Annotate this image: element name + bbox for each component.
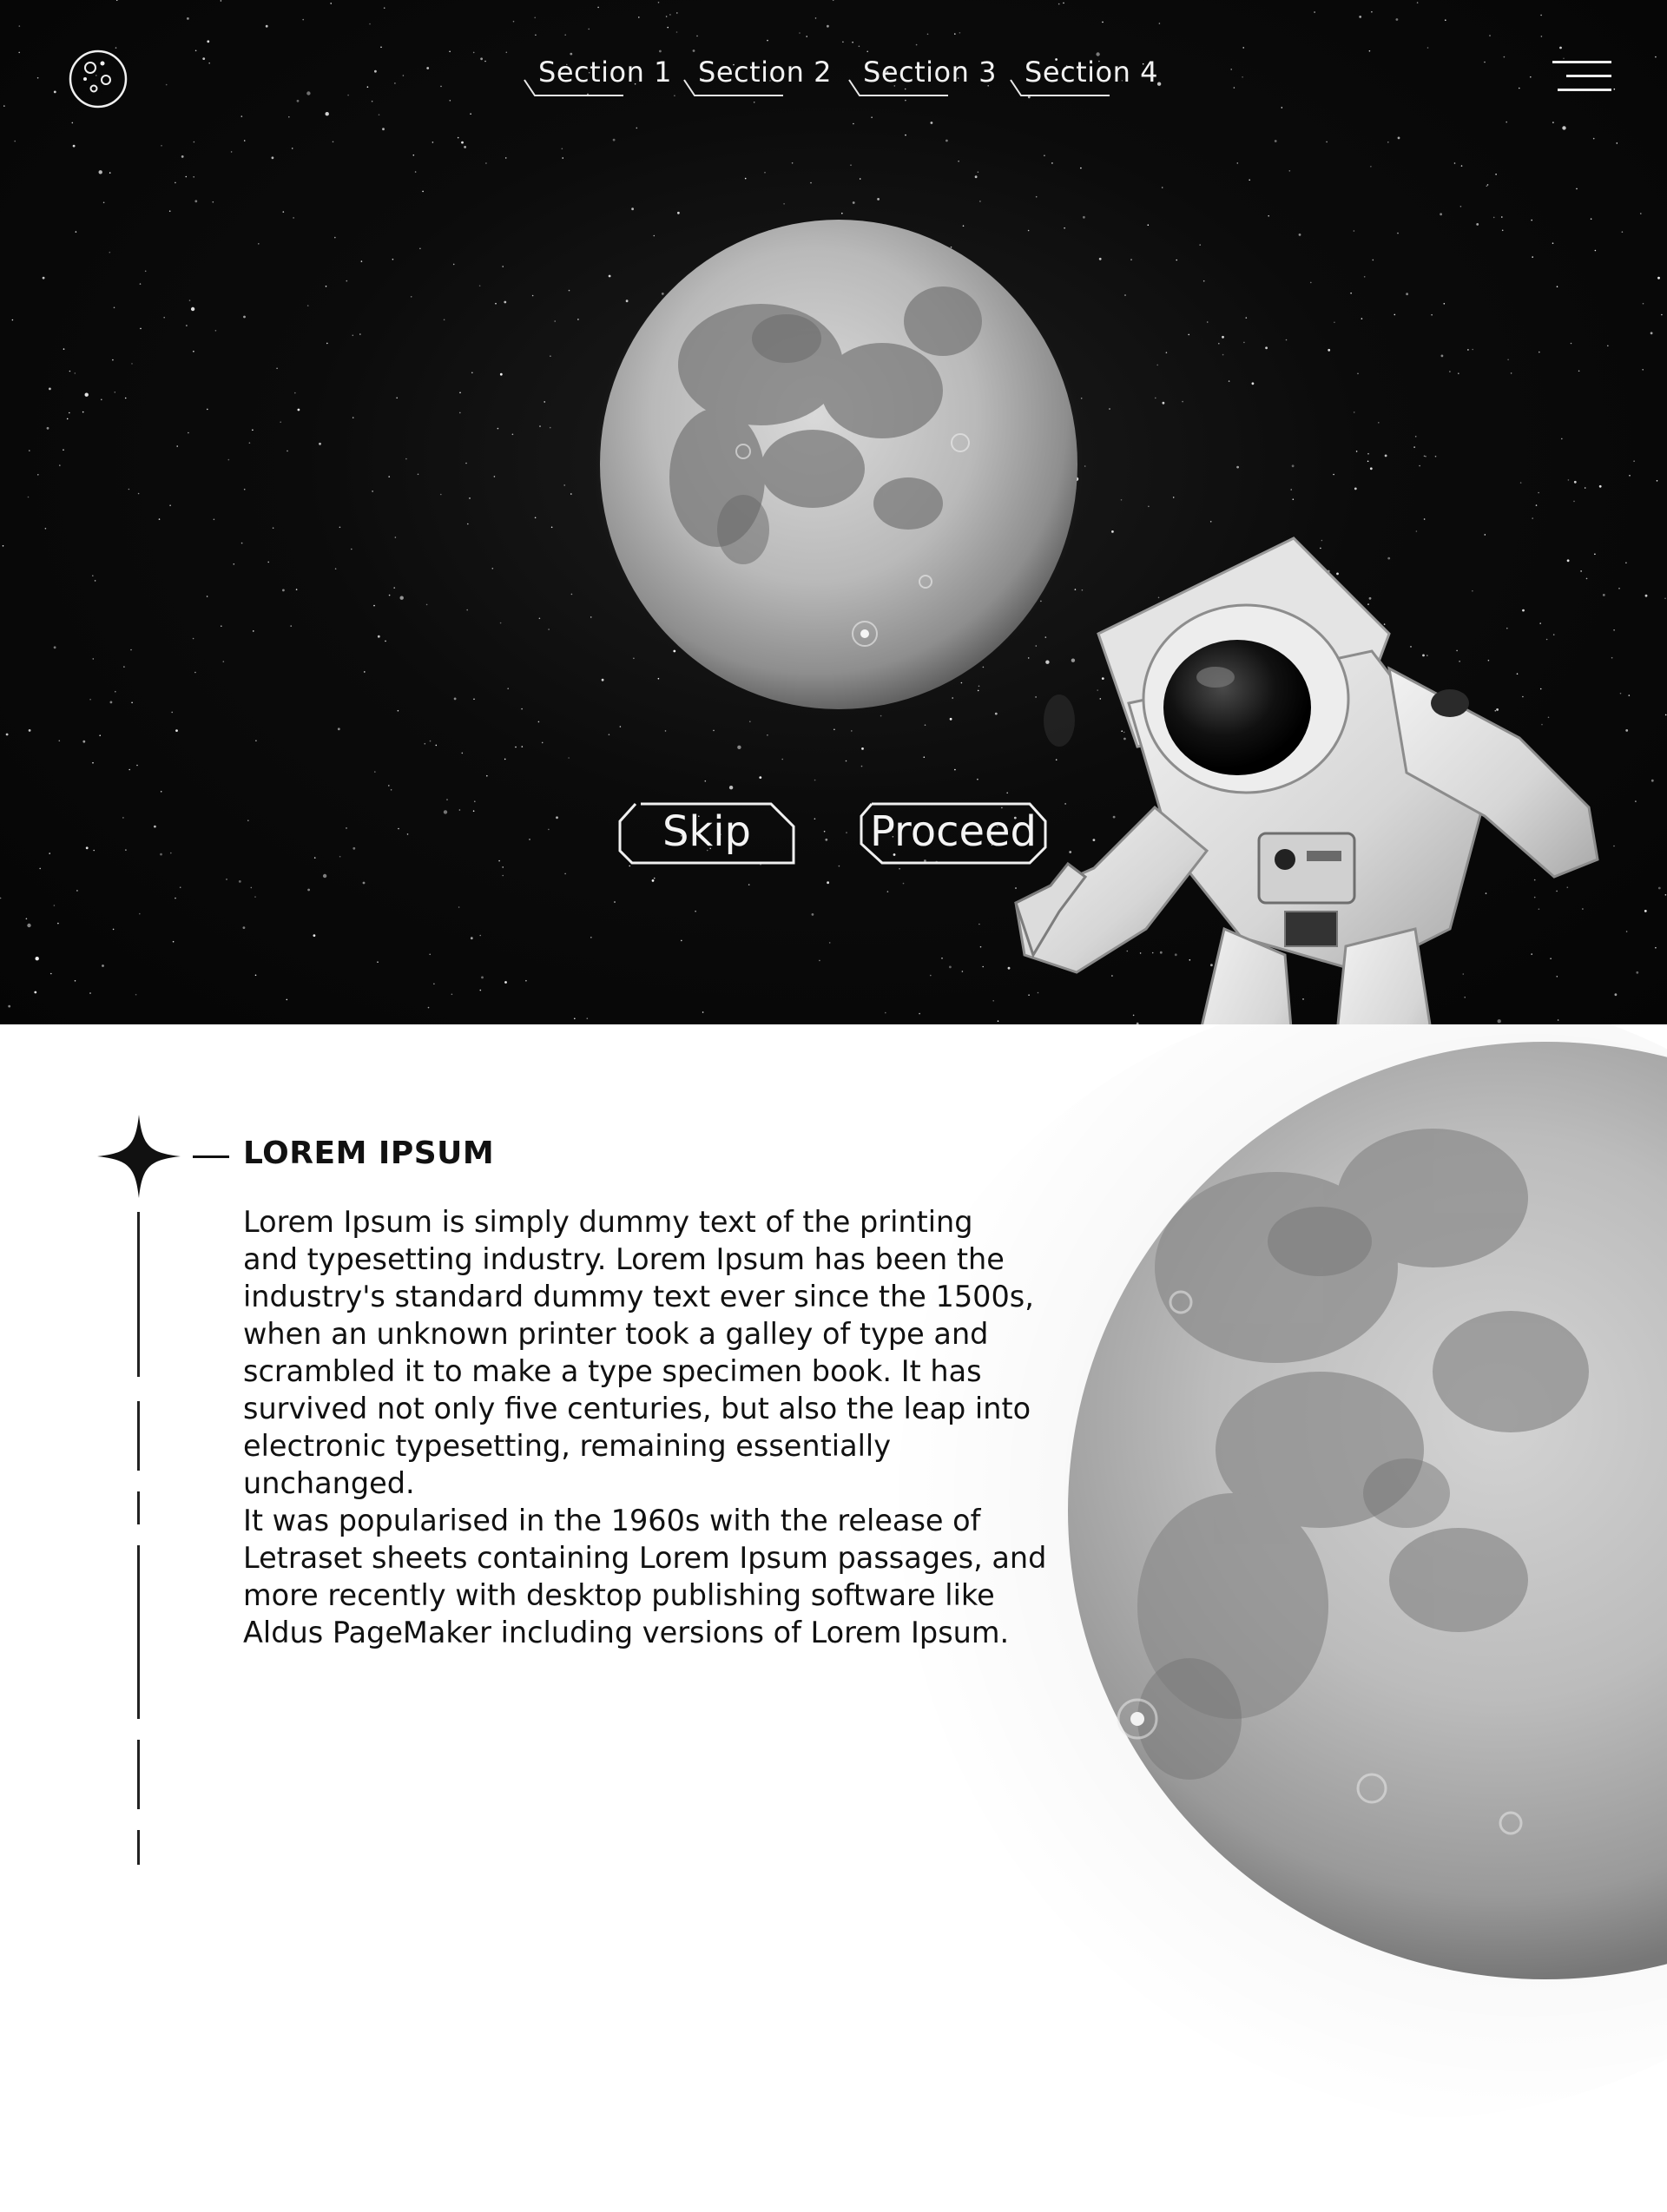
nav-item-section-4[interactable]: Section 4 (1007, 52, 1157, 104)
section-heading: LOREM IPSUM (243, 1136, 495, 1171)
large-moon-image (1068, 1042, 1667, 1979)
nav-label: Section 2 (698, 56, 832, 89)
nav-label: Section 3 (863, 56, 997, 89)
heading-dash (193, 1155, 229, 1158)
nav-label: Section 1 (538, 56, 672, 89)
astronaut-image (1014, 537, 1599, 1024)
dashed-timeline-line (137, 1212, 140, 1872)
sparkle-star-icon (97, 1115, 181, 1198)
nav-item-section-2[interactable]: Section 2 (681, 52, 831, 104)
hamburger-menu-icon[interactable] (1552, 61, 1611, 99)
hero-section: Section 1 Section 2 Section 3 Section 4 (0, 0, 1667, 1024)
moon-logo-icon[interactable] (68, 49, 128, 109)
skip-button-label: Skip (662, 807, 752, 856)
nav-item-section-3[interactable]: Section 3 (846, 52, 996, 104)
skip-button[interactable]: Skip (618, 802, 795, 865)
section-body-text: Lorem Ipsum is simply dummy text of the … (243, 1205, 1047, 1649)
nav-label: Section 4 (1025, 56, 1158, 89)
nav-item-section-1[interactable]: Section 1 (521, 52, 671, 104)
